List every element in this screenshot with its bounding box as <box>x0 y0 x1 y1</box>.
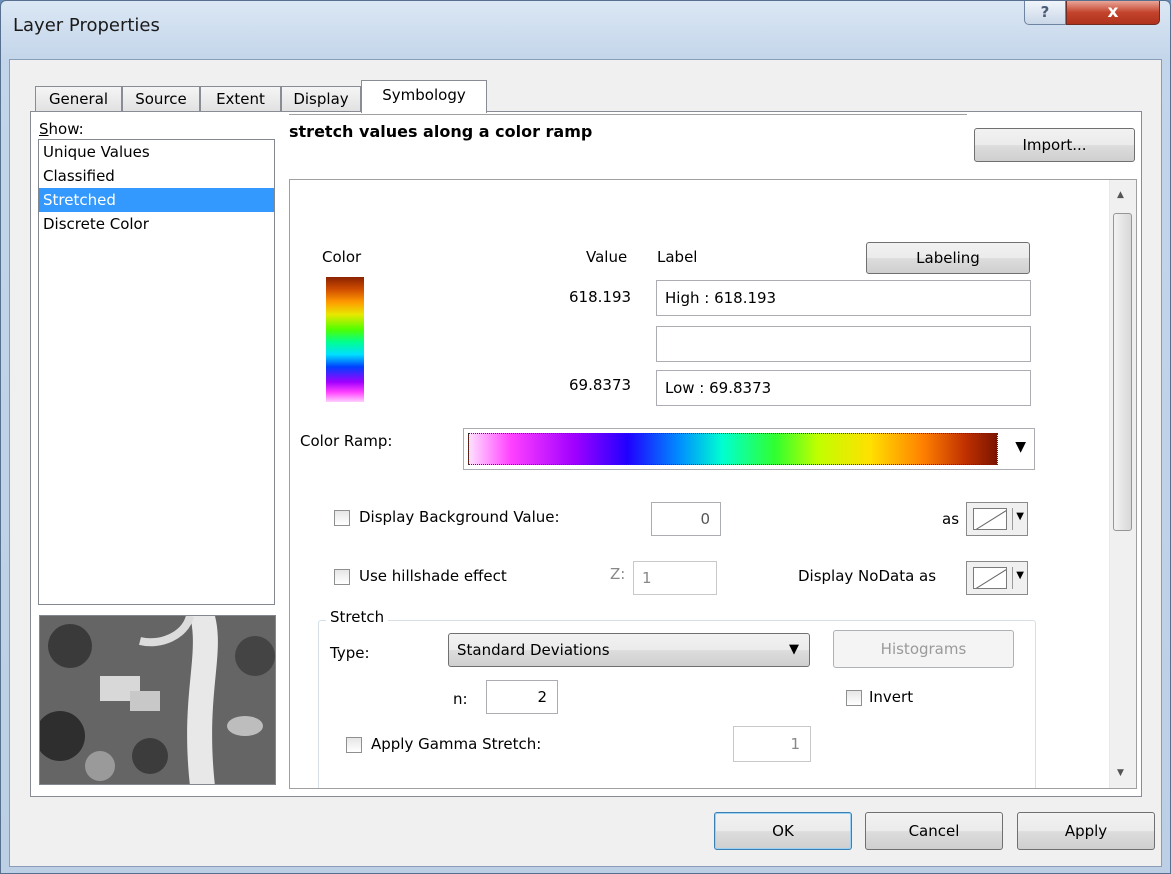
scroll-down-icon[interactable]: ▼ <box>1117 768 1124 778</box>
background-color-picker[interactable]: ▼ <box>966 502 1028 536</box>
gamma-stretch-label: Apply Gamma Stretch: <box>371 735 542 753</box>
picker-divider <box>1012 508 1013 530</box>
scrollbar-thumb[interactable] <box>1113 213 1132 531</box>
n-label: n: <box>453 690 468 708</box>
picker-divider <box>1012 567 1013 589</box>
no-color-swatch-icon <box>973 508 1007 530</box>
dialog-window: Layer Properties ? x General Source Exte… <box>0 0 1171 874</box>
hillshade-label: Use hillshade effect <box>359 567 507 585</box>
low-label-field[interactable]: Low : 69.8373 <box>656 370 1031 406</box>
tab-display[interactable]: Display <box>281 86 361 112</box>
list-item-classified[interactable]: Classified <box>39 164 274 188</box>
close-button[interactable]: x <box>1066 1 1160 25</box>
dialog-client: General Source Extent Display Symbology … <box>9 59 1162 867</box>
title-bar: Layer Properties ? x <box>1 1 1170 59</box>
z-label: Z: <box>610 565 626 583</box>
heading-divider <box>289 114 967 115</box>
symbology-settings-area: Color Value Label Labeling 618.193 High … <box>289 179 1137 789</box>
z-factor-field[interactable]: 1 <box>633 561 717 595</box>
gamma-stretch-checkbox[interactable] <box>346 737 362 753</box>
invert-label: Invert <box>869 688 914 706</box>
value-header: Value <box>586 248 628 266</box>
invert-checkbox[interactable] <box>846 690 862 706</box>
tab-general[interactable]: General <box>35 86 122 112</box>
stretch-type-select[interactable]: Standard Deviations ▼ <box>448 633 810 667</box>
display-background-label: Display Background Value: <box>359 508 560 526</box>
list-item-stretched[interactable]: Stretched <box>39 188 274 212</box>
show-listbox[interactable]: Unique Values Classified Stretched Discr… <box>38 139 275 605</box>
renderer-description: stretch values along a color ramp <box>289 122 593 141</box>
tab-extent[interactable]: Extent <box>200 86 281 112</box>
apply-button[interactable]: Apply <box>1017 812 1155 850</box>
color-ramp-legend <box>326 277 364 402</box>
symbology-panel: Show: Unique Values Classified Stretched… <box>30 111 1142 797</box>
color-ramp-label: Color Ramp: <box>300 432 393 450</box>
tab-source[interactable]: Source <box>122 86 200 112</box>
high-value: 618.193 <box>569 288 632 306</box>
ok-button[interactable]: OK <box>714 812 852 850</box>
list-item-unique-values[interactable]: Unique Values <box>39 140 274 164</box>
show-label: Show: <box>39 120 84 138</box>
n-value-field[interactable]: 2 <box>486 680 558 714</box>
import-button[interactable]: Import... <box>974 128 1135 162</box>
display-background-checkbox[interactable] <box>334 510 350 526</box>
chevron-down-icon[interactable]: ▼ <box>1015 439 1026 455</box>
chevron-down-icon: ▼ <box>1016 511 1024 522</box>
nodata-label: Display NoData as <box>798 567 937 585</box>
window-title: Layer Properties <box>13 15 160 36</box>
color-ramp-select[interactable]: ▼ <box>463 428 1035 470</box>
list-item-discrete-color[interactable]: Discrete Color <box>39 212 274 236</box>
as-label: as <box>942 510 960 528</box>
background-value-field[interactable]: 0 <box>651 502 721 536</box>
tab-symbology[interactable]: Symbology <box>361 80 487 113</box>
chevron-down-icon: ▼ <box>1016 570 1024 581</box>
vertical-scrollbar[interactable]: ▲ ▼ <box>1109 180 1136 788</box>
label-header: Label <box>657 248 698 266</box>
show-label-text: how: <box>48 120 84 138</box>
mid-label-field[interactable] <box>656 326 1031 362</box>
labeling-button[interactable]: Labeling <box>866 242 1030 274</box>
chevron-down-icon: ▼ <box>789 642 799 657</box>
scroll-up-icon[interactable]: ▲ <box>1117 190 1124 200</box>
color-header: Color <box>322 248 362 266</box>
stretch-type-value: Standard Deviations <box>457 641 610 659</box>
help-button[interactable]: ? <box>1024 1 1066 25</box>
raster-preview-image <box>39 615 276 785</box>
gamma-value-field[interactable]: 1 <box>733 726 811 762</box>
no-color-swatch-icon <box>973 567 1007 589</box>
hillshade-checkbox[interactable] <box>334 569 350 585</box>
show-label-accel: S <box>39 120 49 138</box>
color-ramp-preview <box>468 433 998 465</box>
low-value: 69.8373 <box>569 376 632 394</box>
nodata-color-picker[interactable]: ▼ <box>966 561 1028 595</box>
stretch-group-label: Stretch <box>326 608 389 626</box>
stretch-type-label: Type: <box>330 644 370 662</box>
cancel-button[interactable]: Cancel <box>865 812 1003 850</box>
histograms-button[interactable]: Histograms <box>833 630 1014 668</box>
high-label-field[interactable]: High : 618.193 <box>656 280 1031 316</box>
